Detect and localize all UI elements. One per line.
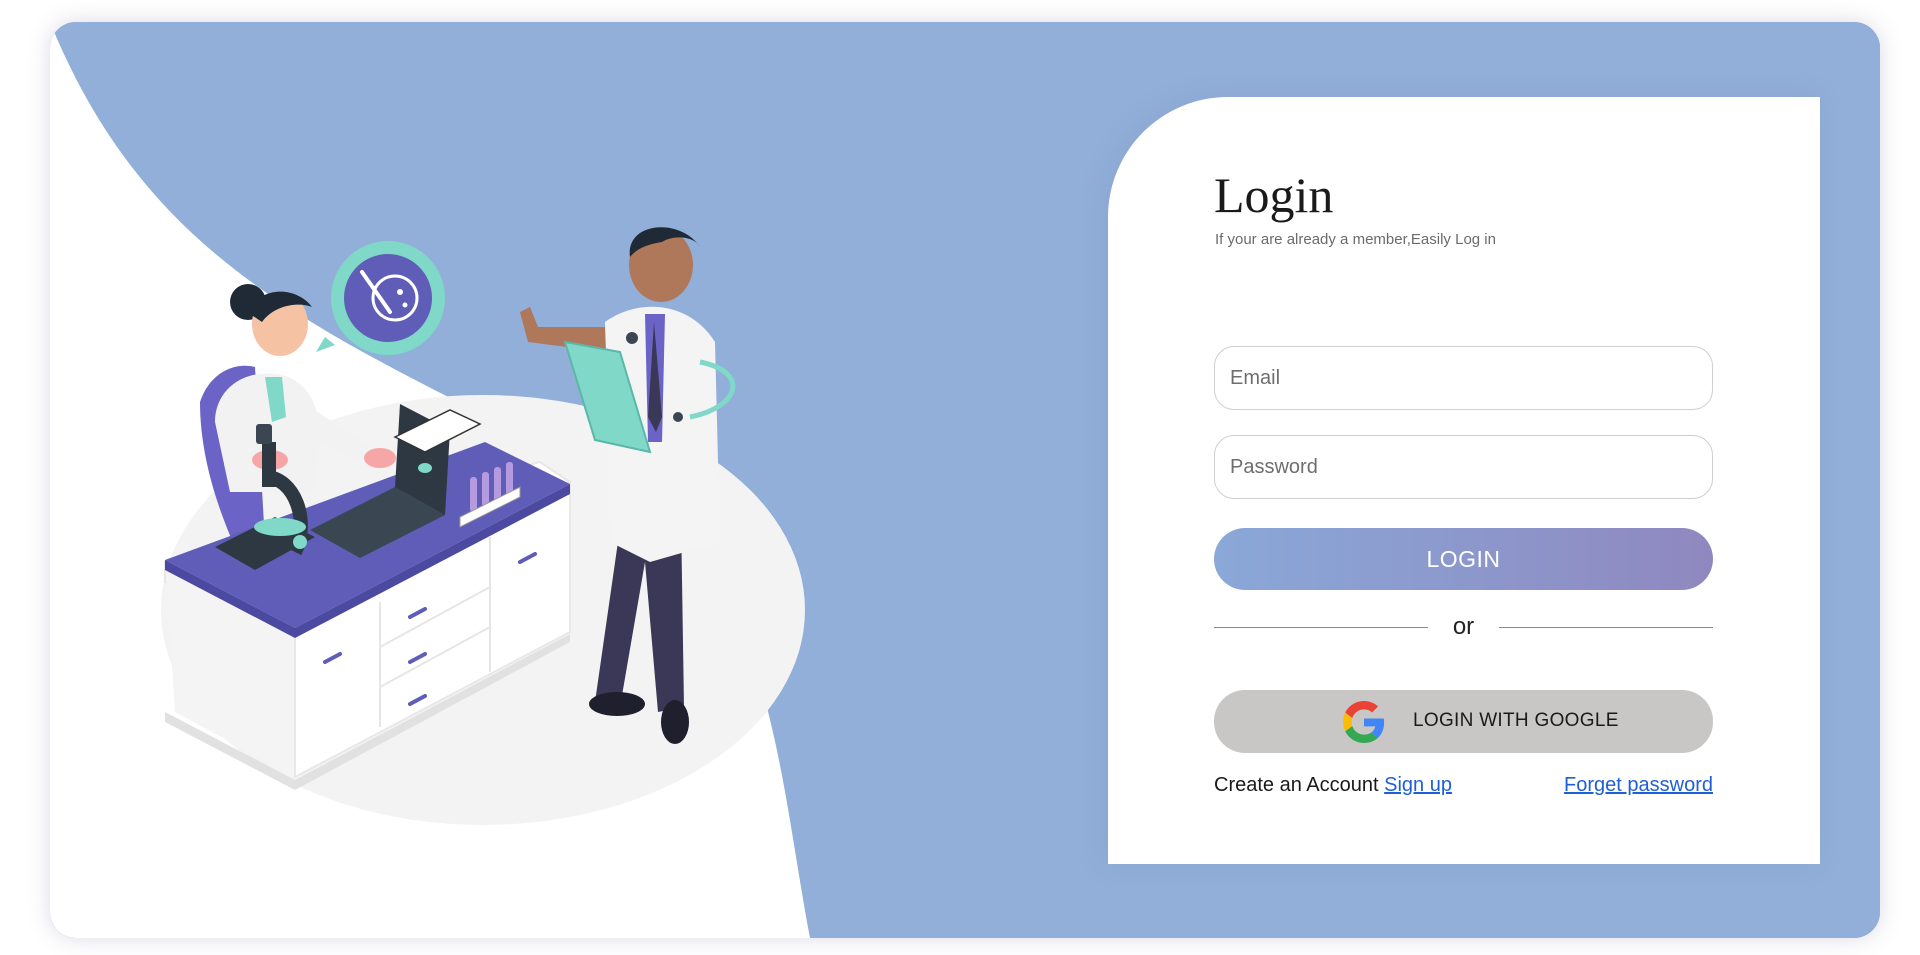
create-account-row: Create an Account Sign up xyxy=(1214,774,1452,797)
lab-illustration xyxy=(161,227,805,825)
login-panel: Login If your are already a member,Easil… xyxy=(1108,97,1820,864)
password-field[interactable] xyxy=(1214,435,1713,499)
signup-link[interactable]: Sign up xyxy=(1384,774,1452,796)
google-logo-icon xyxy=(1343,701,1385,743)
divider-line-right xyxy=(1499,627,1713,628)
email-field[interactable] xyxy=(1214,346,1713,410)
create-account-text: Create an Account xyxy=(1214,774,1379,796)
petri-dish-icon xyxy=(316,241,445,355)
google-button-label: LOGIN WITH GOOGLE xyxy=(1413,710,1619,731)
forget-password-link[interactable]: Forget password xyxy=(1564,774,1713,797)
login-card: Login If your are already a member,Easil… xyxy=(50,22,1880,938)
login-button[interactable]: LOGIN xyxy=(1214,528,1713,590)
or-divider: or xyxy=(1214,611,1713,643)
page-subtitle: If your are already a member,Easily Log … xyxy=(1215,231,1496,248)
login-with-google-button[interactable]: LOGIN WITH GOOGLE xyxy=(1214,690,1713,753)
page-title: Login xyxy=(1214,167,1334,223)
